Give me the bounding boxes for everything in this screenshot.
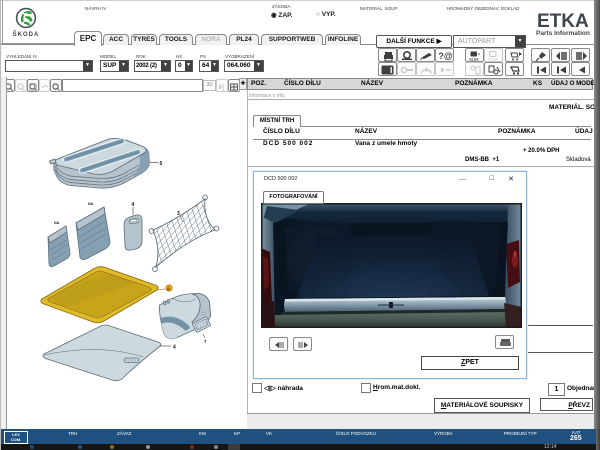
svg-text:5: 5 (160, 161, 163, 167)
svg-text:?@: ?@ (438, 51, 452, 61)
svg-text:NA: NA (88, 202, 94, 206)
svg-text:6: 6 (167, 286, 170, 291)
svg-text:3: 3 (177, 211, 180, 217)
svg-text:NA: NA (54, 221, 60, 225)
svg-text:7: 7 (204, 339, 207, 344)
svg-text:ŠKODA: ŠKODA (13, 30, 40, 38)
svg-text:4: 4 (132, 202, 135, 208)
svg-text:ELSA: ELSA (489, 58, 498, 62)
svg-text:4: 4 (173, 345, 176, 351)
svg-text:ELSA: ELSA (469, 58, 479, 62)
